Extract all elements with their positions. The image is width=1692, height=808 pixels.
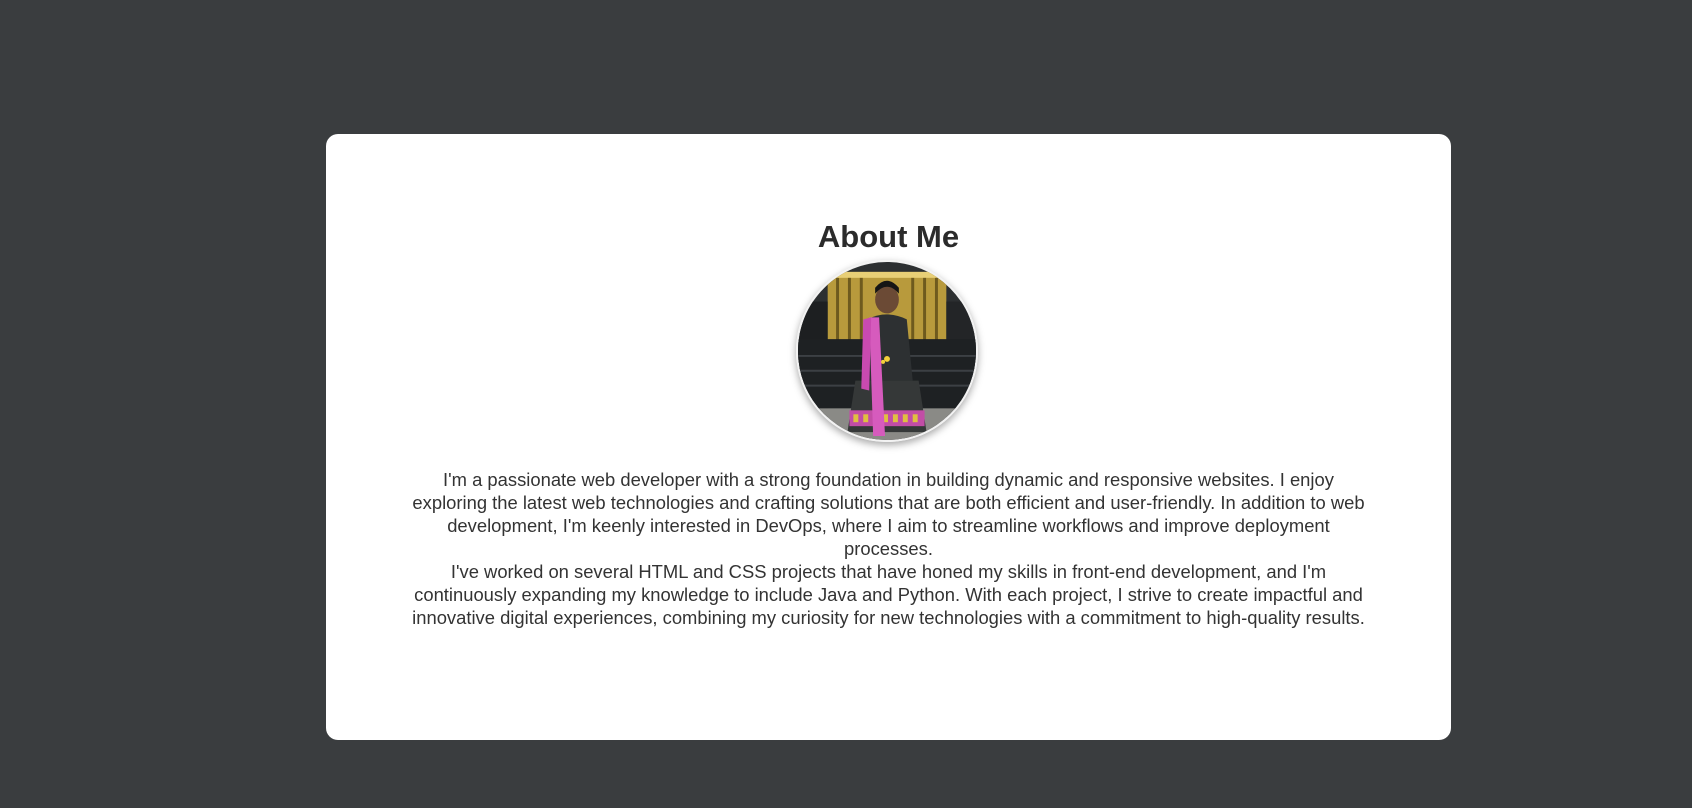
page-title: About Me [817, 219, 960, 254]
bio-paragraph: I've worked on several HTML and CSS proj… [412, 561, 1365, 628]
profile-photo-image [798, 262, 976, 440]
profile-photo [796, 260, 978, 442]
bio-paragraph: I'm a passionate web developer with a st… [412, 469, 1365, 559]
about-card: About Me I'm a passionate web developer … [326, 134, 1451, 740]
